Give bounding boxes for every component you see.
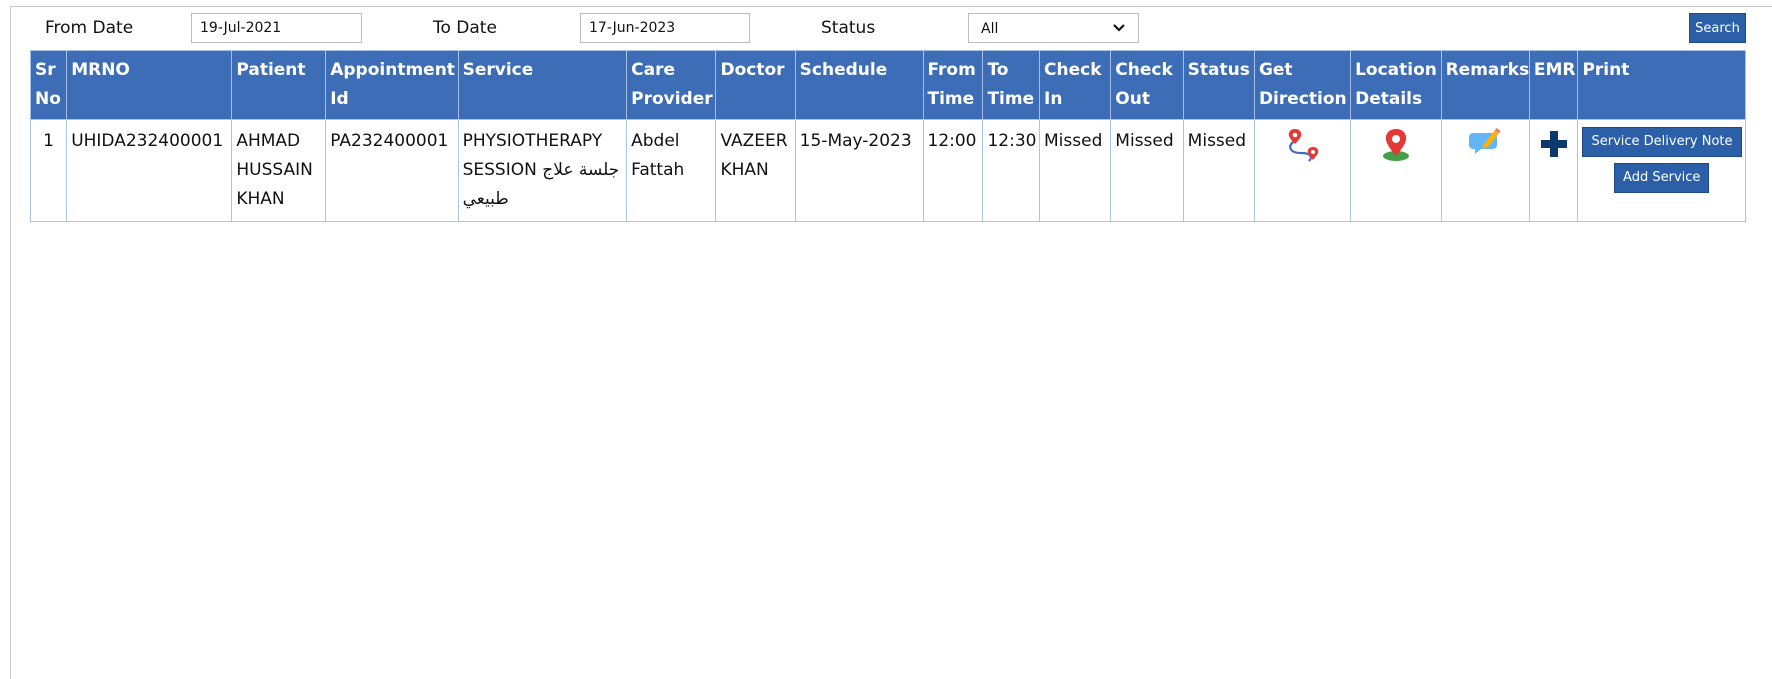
cell-print: Service Delivery Note Add Service xyxy=(1577,119,1746,222)
cell-remarks xyxy=(1440,119,1530,222)
cell-sr-no: 1 xyxy=(29,119,68,222)
col-header-care-provider: Care Provider xyxy=(626,50,717,120)
cell-service: PHYSIOTHERAPY SESSION جلسة علاج طبيعي xyxy=(457,119,628,222)
cell-from-time: 12:00 xyxy=(922,119,984,222)
status-label: Status xyxy=(821,18,876,38)
service-delivery-note-button[interactable]: Service Delivery Note xyxy=(1582,127,1742,157)
table-header-row: Sr No MRNO Patient Appointment Id Servic… xyxy=(29,50,1746,120)
to-date-label: To Date xyxy=(433,18,497,38)
to-date-field[interactable]: 17-Jun-2023 xyxy=(580,13,750,43)
cell-to-time: 12:30 xyxy=(982,119,1041,222)
cell-doctor: VAZEER KHAN xyxy=(715,119,796,222)
route-pins-icon[interactable] xyxy=(1283,127,1323,165)
appointments-table: Sr No MRNO Patient Appointment Id Servic… xyxy=(29,50,1746,222)
from-date-field[interactable]: 19-Jul-2021 xyxy=(191,13,362,43)
col-header-emr: EMR xyxy=(1528,50,1579,120)
col-header-service: Service xyxy=(457,50,628,120)
cell-schedule: 15-May-2023 xyxy=(794,119,924,222)
table-row: 1 UHIDA232400001 AHMAD HUSSAIN KHAN PA23… xyxy=(29,119,1746,222)
col-header-check-in: Check In xyxy=(1039,50,1112,120)
cell-check-in: Missed xyxy=(1039,119,1112,222)
col-header-schedule: Schedule xyxy=(794,50,924,120)
search-button[interactable]: Search xyxy=(1689,13,1746,43)
status-select-value: All xyxy=(981,21,999,37)
col-header-location-details: Location Details xyxy=(1350,50,1442,120)
col-header-patient: Patient xyxy=(231,50,327,120)
col-header-sr-no: Sr No xyxy=(29,50,68,120)
cell-emr xyxy=(1528,119,1579,222)
from-date-label: From Date xyxy=(45,18,134,38)
col-header-print: Print xyxy=(1577,50,1746,120)
cell-care-provider: Abdel Fattah xyxy=(626,119,717,222)
plus-icon[interactable] xyxy=(1539,127,1569,161)
cell-status: Missed xyxy=(1182,119,1255,222)
col-header-from-time: From Time xyxy=(922,50,984,120)
cell-appointment-id: PA232400001 xyxy=(325,119,459,222)
chevron-down-icon xyxy=(1113,24,1125,32)
col-header-remarks: Remarks xyxy=(1440,50,1530,120)
patient-link[interactable]: AHMAD HUSSAIN KHAN xyxy=(231,119,327,222)
col-header-mrno: MRNO xyxy=(66,50,233,120)
status-select[interactable]: All xyxy=(968,13,1139,43)
col-header-to-time: To Time xyxy=(982,50,1041,120)
filter-bar: From Date 19-Jul-2021 To Date 17-Jun-202… xyxy=(0,0,1772,50)
col-header-check-out: Check Out xyxy=(1110,50,1184,120)
cell-location-details xyxy=(1350,119,1442,222)
add-service-button[interactable]: Add Service xyxy=(1614,163,1710,193)
chat-edit-icon[interactable] xyxy=(1468,127,1502,157)
col-header-doctor: Doctor xyxy=(715,50,796,120)
map-pin-icon[interactable] xyxy=(1379,127,1413,163)
col-header-appointment-id: Appointment Id xyxy=(325,50,459,120)
cell-get-direction xyxy=(1253,119,1352,222)
cell-mrno: UHIDA232400001 xyxy=(66,119,233,222)
cell-check-out: Missed xyxy=(1110,119,1184,222)
col-header-status: Status xyxy=(1182,50,1255,120)
col-header-get-direction: Get Direction xyxy=(1253,50,1352,120)
